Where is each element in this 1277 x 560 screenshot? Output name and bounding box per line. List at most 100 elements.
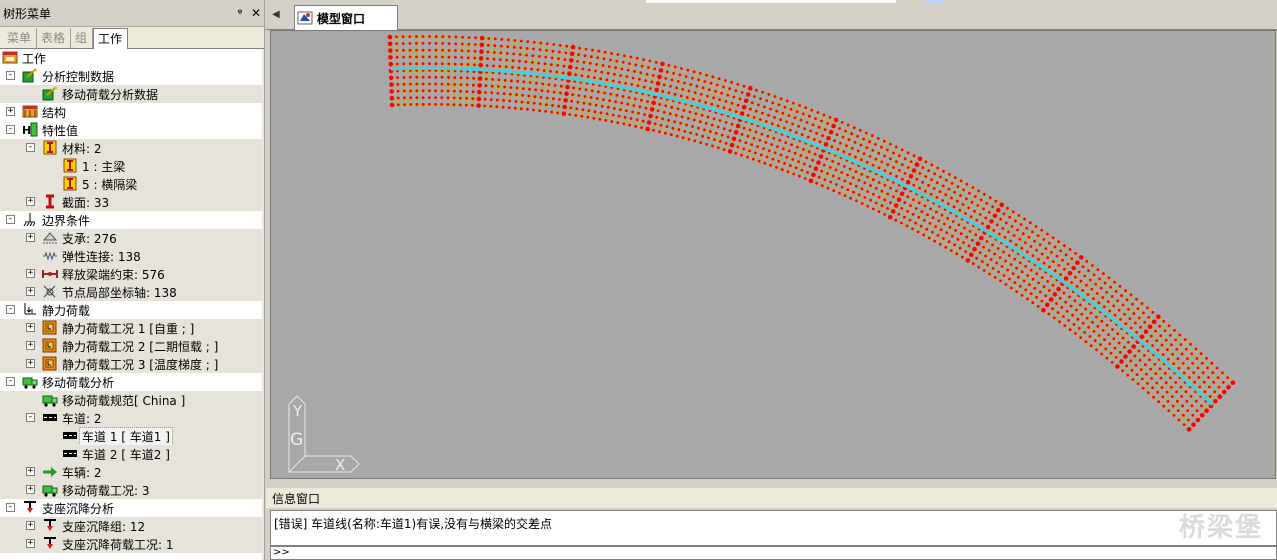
collapse-toggle[interactable]: -: [6, 125, 15, 134]
close-icon[interactable]: ✕: [248, 6, 264, 20]
mesh-node: [479, 42, 485, 48]
tree-item[interactable]: - 移动荷载分析: [0, 373, 262, 391]
mesh-node: [792, 172, 796, 176]
mesh-node: [453, 83, 456, 86]
tree-item[interactable]: 车道 2 [ 车道2 ]: [0, 445, 262, 463]
mesh-node: [1100, 352, 1104, 356]
mesh-node: [864, 131, 868, 135]
expand-toggle[interactable]: +: [6, 107, 15, 116]
pin-icon[interactable]: ᵠ: [232, 6, 248, 20]
tree-item-label: 边界条件: [42, 213, 91, 228]
mesh-node: [967, 244, 971, 248]
collapse-toggle[interactable]: -: [26, 413, 35, 422]
watermark-logo: 桥梁堡: [1178, 513, 1263, 543]
mesh-node: [586, 115, 590, 119]
tree-item[interactable]: 移动荷载分析数据: [0, 85, 262, 103]
expand-toggle[interactable]: +: [26, 467, 35, 476]
tree-item[interactable]: + 支承: 276: [0, 229, 262, 247]
tree-item[interactable]: + 静力荷载工况 3 [温度梯度 ; ]: [0, 355, 262, 373]
tree-item[interactable]: - 车道: 2: [0, 409, 262, 427]
collapse-toggle[interactable]: -: [6, 377, 15, 386]
tree-item[interactable]: - 边界条件: [0, 211, 262, 229]
tree-item[interactable]: - 静力荷载: [0, 301, 262, 319]
mesh-node: [956, 237, 960, 241]
mesh-node: [857, 178, 861, 182]
command-input[interactable]: >>: [270, 546, 1277, 560]
tab-model-window[interactable]: 模型窗口: [294, 5, 398, 31]
collapse-toggle[interactable]: -: [6, 71, 15, 80]
expand-toggle[interactable]: +: [26, 197, 35, 206]
mesh-node: [939, 228, 943, 232]
mesh-node: [924, 189, 927, 193]
tab-menu[interactable]: 菜单: [3, 28, 38, 48]
mesh-node: [1136, 382, 1140, 386]
tree-item[interactable]: + 截面: 33: [0, 193, 262, 211]
collapse-toggle[interactable]: -: [6, 305, 15, 314]
mesh-node: [1115, 364, 1120, 369]
expand-toggle[interactable]: +: [26, 341, 35, 350]
tree-item[interactable]: + 静力荷载工况 1 [自重 ; ]: [0, 319, 262, 337]
mesh-node: [471, 103, 474, 107]
mesh-node: [832, 189, 836, 193]
expand-toggle[interactable]: +: [26, 233, 35, 242]
tree-item[interactable]: + 支座沉降荷载工况: 1: [0, 535, 262, 553]
tree-item[interactable]: - 材料: 2: [0, 139, 262, 157]
mesh-node: [486, 43, 490, 47]
mesh-node: [724, 121, 728, 124]
mesh-node: [761, 111, 764, 115]
mesh-node: [1052, 292, 1058, 297]
collapse-toggle[interactable]: -: [26, 143, 35, 152]
collapse-toggle[interactable]: -: [6, 215, 15, 224]
mesh-node: [700, 113, 704, 117]
tree-item[interactable]: + 车辆: 2: [0, 463, 262, 481]
expand-toggle[interactable]: +: [26, 269, 35, 278]
tree-item[interactable]: + 结构: [0, 103, 262, 121]
mesh-node: [575, 107, 579, 111]
tree-item[interactable]: - 分析控制数据: [0, 67, 262, 85]
tab-table[interactable]: 表格: [37, 28, 72, 48]
tab-work[interactable]: 工作: [93, 28, 129, 49]
tree-item[interactable]: + 支座沉降组: 12: [0, 517, 262, 535]
tree-item[interactable]: 5 : 横隔梁: [0, 175, 262, 193]
model-viewport[interactable]: Y G X: [270, 30, 1276, 479]
mesh-node: [1193, 380, 1196, 384]
tree-item[interactable]: 车道 1 [ 车道1 ]: [0, 426, 262, 446]
expand-toggle[interactable]: +: [26, 359, 35, 368]
mesh-node: [985, 240, 989, 243]
mesh-node: [934, 225, 937, 228]
mesh-node: [640, 126, 643, 129]
collapse-toggle[interactable]: -: [6, 503, 15, 512]
mesh-node: [805, 156, 809, 160]
mesh-node: [744, 141, 748, 144]
mesh-node: [948, 225, 952, 229]
mesh-node: [699, 93, 703, 96]
mesh-node: [1118, 350, 1122, 354]
tree-item[interactable]: 移动荷载规范[ China ]: [0, 391, 262, 409]
mesh-node: [1078, 303, 1082, 307]
tree-item[interactable]: + 移动荷载工况: 3: [0, 481, 262, 499]
tree-item[interactable]: + 释放梁端约束: 576: [0, 265, 262, 283]
expand-toggle[interactable]: +: [26, 323, 35, 332]
tree-item[interactable]: 1 : 主梁: [0, 157, 262, 175]
tree-item[interactable]: 工作: [0, 49, 262, 67]
tree-item[interactable]: + 静力荷载工况 2 [二期恒载 ; ]: [0, 337, 262, 355]
mesh-node: [742, 84, 746, 88]
mesh-node: [427, 102, 431, 106]
tab-scroll-left-icon[interactable]: ◀: [272, 9, 280, 20]
mesh-node: [991, 267, 995, 270]
expand-toggle[interactable]: +: [26, 521, 35, 530]
expand-toggle[interactable]: +: [26, 539, 35, 548]
tree-item[interactable]: + 节点局部坐标轴: 138: [0, 283, 262, 301]
tree-item[interactable]: 弹性连接: 138: [0, 247, 262, 265]
mesh-node: [1129, 359, 1133, 363]
expand-toggle[interactable]: +: [26, 287, 35, 296]
mesh-node: [800, 133, 804, 137]
tab-group[interactable]: 组: [71, 28, 94, 48]
tree-item-label: 特性值: [42, 123, 79, 138]
mesh-node: [641, 119, 645, 123]
tree-item[interactable]: - 支座沉降分析: [0, 499, 262, 517]
expand-toggle[interactable]: +: [26, 485, 35, 494]
tree-item[interactable]: - H 特性值: [0, 121, 262, 139]
mesh-node: [644, 106, 648, 110]
tree-item-label: 支座沉降荷载工况: 1: [62, 537, 174, 552]
